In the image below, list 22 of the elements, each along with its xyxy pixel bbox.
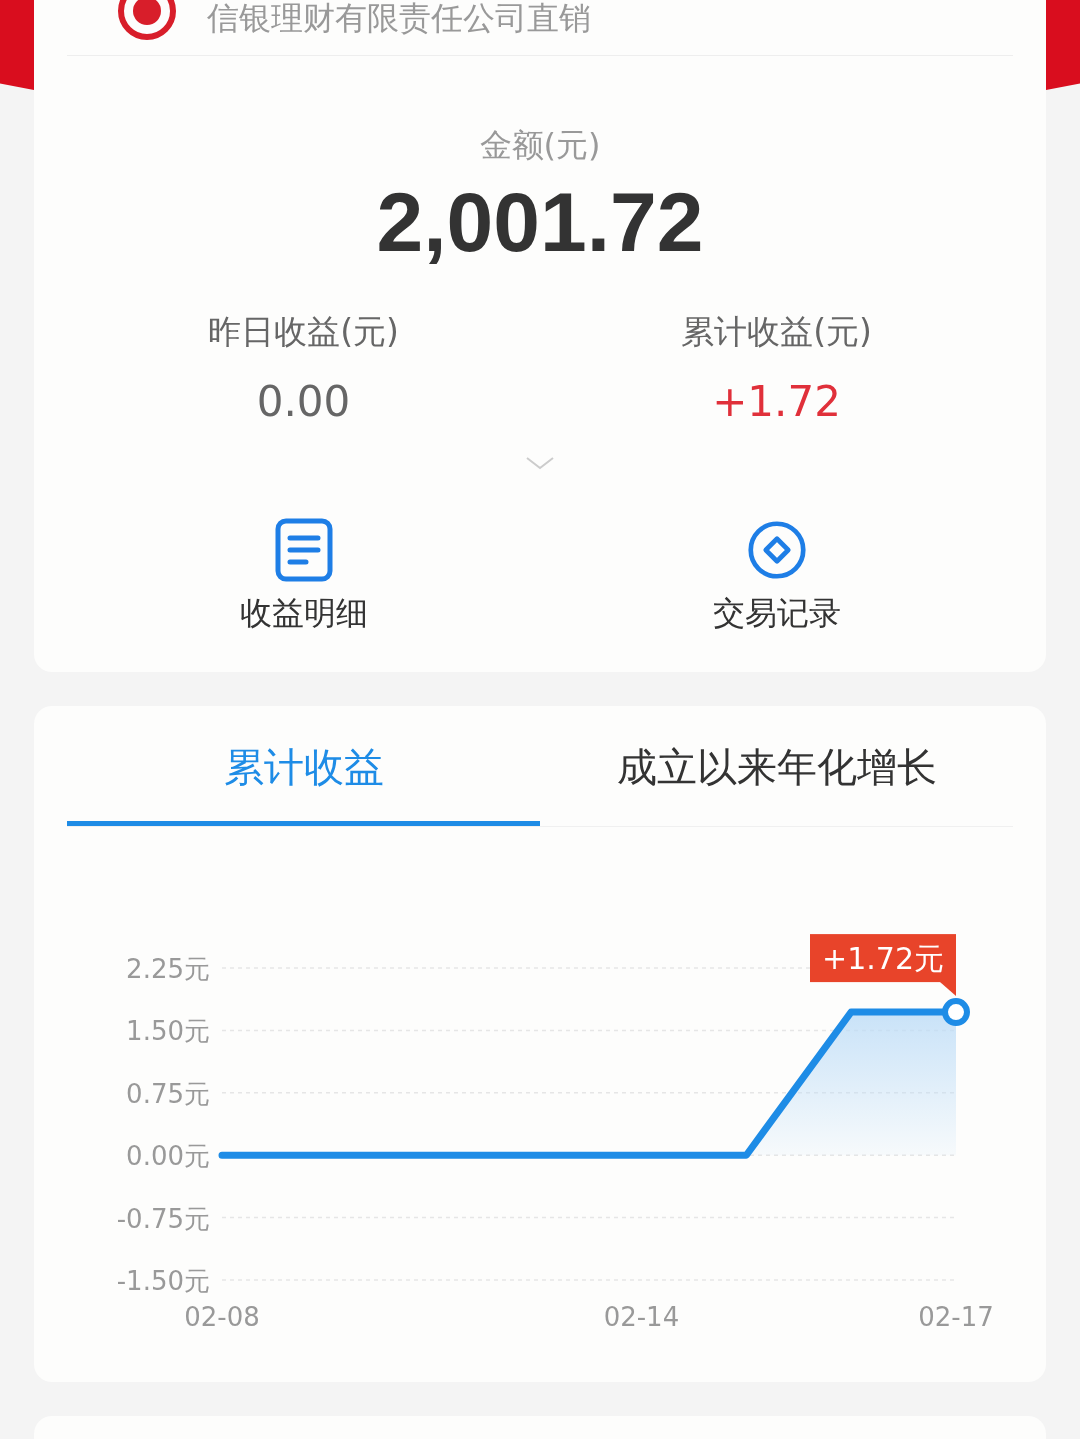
y-axis-label: 1.50元 [126,1016,210,1047]
action-button[interactable]: 交易记录 [540,518,1013,637]
stat-value: +1.72 [711,377,842,427]
y-axis-label: -1.50元 [116,1266,210,1296]
tab[interactable]: 成立以来年化增长 [540,706,1013,826]
company-name: 信银理财有限责任公司直销 [207,0,591,39]
y-axis-label: -0.75元 [116,1203,210,1234]
value-tooltip: +1.72元 [810,934,956,997]
balance-amount: 2,001.72 [375,176,705,269]
y-axis-label: 0.00元 [126,1141,210,1172]
action-button[interactable]: 收益明细 [67,518,540,637]
stat-value: 0.00 [255,377,352,427]
y-axis-label: 2.25元 [126,954,210,984]
stat-label: 昨日收益(元) [207,311,400,354]
y-axis-label: 0.75元 [126,1078,210,1109]
balance-label: 金额(元) [478,125,602,166]
x-axis-label: 02-08 [184,1302,260,1332]
data-point[interactable] [942,998,970,1027]
x-axis-label: 02-17 [918,1302,994,1332]
stat-label: 累计收益(元) [680,311,873,354]
x-axis-label: 02-14 [603,1302,680,1332]
document-icon [273,518,334,583]
